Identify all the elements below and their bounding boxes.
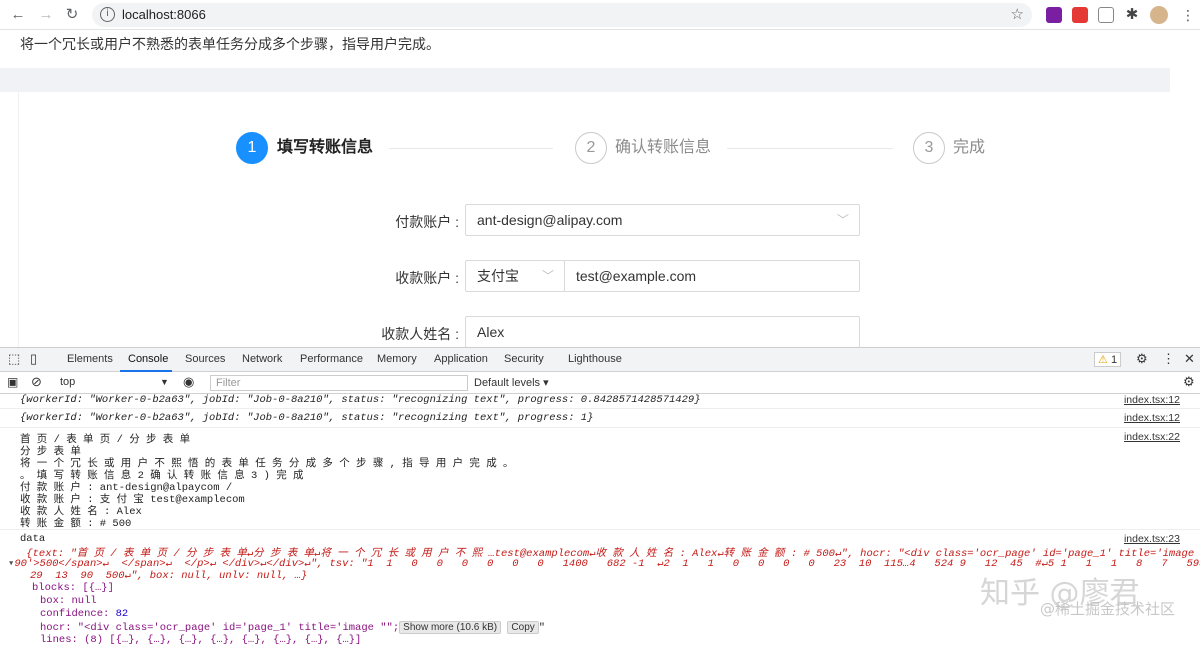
warning-icon: ⚠ [1098,354,1108,366]
chevron-down-icon: ﹀ [541,269,554,283]
extension-icon[interactable] [1072,7,1088,23]
tab-elements[interactable]: Elements [67,353,113,365]
step-1-title: 填写转账信息 [277,139,374,156]
log-divider [0,408,1200,409]
console-toolbar: ▣ ⊘ top ▼ ◉ Filter Default levels ▾ ⚙ [0,372,1200,394]
tab-sources[interactable]: Sources [185,353,225,365]
chevron-down-icon: ▼ [160,377,169,387]
step-connector [389,148,553,149]
pay-account-select[interactable]: ant-design@alipay.com ﹀ [465,204,860,236]
browser-toolbar: ← → ↻ i localhost:8066 ☆ ✱ ⋮ [0,0,1200,30]
receiver-name-input[interactable]: Alex [465,316,860,348]
tab-application[interactable]: Application [434,353,488,365]
extension-icon[interactable] [1098,7,1114,23]
more-menu-icon[interactable]: ⋮ [1162,351,1175,367]
eye-icon[interactable]: ◉ [183,374,194,390]
forward-icon[interactable]: → [36,5,56,25]
info-icon[interactable]: i [100,7,115,22]
log-entry[interactable]: ▸{workerId: "Worker-0-b2a63", jobId: "Jo… [20,412,1200,424]
clear-console-icon[interactable]: ⊘ [31,374,42,390]
reload-icon[interactable]: ↻ [62,5,82,25]
show-more-button[interactable]: Show more (10.6 kB) [399,621,502,634]
receiver-name-label: 收款人姓名 : [381,326,459,342]
pay-account-label: 付款账户 : [395,214,459,230]
puzzle-icon[interactable]: ✱ [1124,7,1140,23]
step-2-icon: 2 [575,132,607,164]
log-source-link[interactable]: index.tsx:23 [1124,533,1180,545]
receive-account-input[interactable]: test@example.com [564,260,860,292]
receive-type-select[interactable]: 支付宝 ﹀ [465,260,565,292]
tab-console[interactable]: Console [128,353,168,365]
log-source-link[interactable]: index.tsx:12 [1124,412,1180,424]
tab-performance[interactable]: Performance [300,353,363,365]
tab-memory[interactable]: Memory [377,353,417,365]
url-text: localhost:8066 [122,7,206,22]
filter-input[interactable]: Filter [210,375,468,391]
log-divider [0,427,1200,428]
content-background [0,68,1170,92]
close-icon[interactable]: ✕ [1184,351,1195,367]
tab-lighthouse[interactable]: Lighthouse [568,353,622,365]
log-levels-select[interactable]: Default levels ▾ [474,376,549,389]
log-entry[interactable]: ▸{workerId: "Worker-0-b2a63", jobId: "Jo… [20,394,1200,406]
log-source-link[interactable]: index.tsx:12 [1124,394,1180,406]
prop-text: hocr: "<div class='ocr_page' id='page_1'… [40,622,400,634]
log-text: {workerId: "Worker-0-b2a63", jobId: "Job… [20,394,701,406]
device-toggle-icon[interactable]: ▯ [30,351,37,367]
receive-type-value: 支付宝 [477,268,519,284]
copy-button[interactable]: Copy [507,621,539,634]
data-label: data [20,533,46,545]
log-source-link[interactable]: index.tsx:22 [1124,431,1180,443]
prop-key: confidence: [40,608,116,620]
address-bar[interactable]: i localhost:8066 ☆ [92,3,1032,27]
more-menu-icon[interactable]: ⋮ [1180,7,1196,23]
tab-network[interactable]: Network [242,353,282,365]
page-description: 将一个冗长或用户不熟悉的表单任务分成多个步骤，指导用户完成。 [20,36,440,52]
context-select[interactable]: top [60,376,75,388]
watermark-secondary: @稀土掘金技术社区 [1040,600,1176,618]
step-3-title: 完成 [953,139,986,156]
prop-value: 82 [115,608,129,620]
step-1-icon: 1 [236,132,268,164]
sidebar-toggle-icon[interactable]: ▣ [7,375,18,389]
warning-badge[interactable]: ⚠ 1 [1094,352,1122,367]
bookmark-star-icon[interactable]: ☆ [1011,5,1024,23]
inspect-icon[interactable]: ⬚ [8,351,20,367]
tab-security[interactable]: Security [504,353,544,365]
ocr-text-line: 转 账 金 额 : # 500 [20,518,132,530]
avatar[interactable] [1150,6,1168,24]
step-connector [727,148,893,149]
chevron-down-icon: ﹀ [836,213,849,227]
console-settings-icon[interactable]: ⚙ [1183,374,1195,390]
step-2-title: 确认转账信息 [615,139,712,156]
log-text: {workerId: "Worker-0-b2a63", jobId: "Job… [20,412,594,424]
receive-account-label: 收款账户 : [395,270,459,286]
pay-account-value: ant-design@alipay.com [477,212,623,228]
extension-icon[interactable] [1046,7,1062,23]
log-divider [0,529,1200,530]
steps-form-card: 1 填写转账信息 2 确认转账信息 3 完成 付款账户 : ant-design… [18,92,1170,348]
prop-hocr: hocr: "<div class='ocr_page' id='page_1'… [40,621,546,634]
warning-count: 1 [1110,354,1118,366]
step-3-icon: 3 [913,132,945,164]
prop-text: blocks: [{…}] [32,582,114,594]
devtools-tabbar: ⬚ ▯ Elements Console Sources Network Per… [0,348,1200,372]
back-icon[interactable]: ← [8,5,28,25]
settings-gear-icon[interactable]: ⚙ [1136,351,1148,367]
